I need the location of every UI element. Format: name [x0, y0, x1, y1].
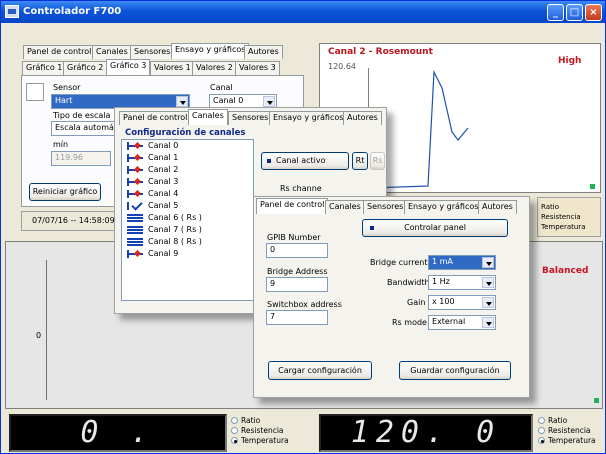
switchbox-address-field[interactable]: 7 — [266, 310, 328, 325]
tab-grafico-3[interactable]: Gráfico 3 — [106, 59, 151, 75]
lcd-right-radio-ratio[interactable]: Ratio — [538, 417, 567, 425]
canal-activo-button[interactable]: Canal activo — [261, 152, 349, 170]
canales-tab-autores[interactable]: Autores — [343, 111, 382, 125]
channel-item-0[interactable]: Canal 0 — [122, 140, 253, 152]
top-chart-plot — [368, 68, 469, 188]
tab-sensores[interactable]: Sensores — [130, 45, 175, 59]
canales-tab-panel[interactable]: Panel de control — [119, 111, 192, 125]
tab-canales[interactable]: Canales — [92, 45, 132, 59]
gpib-field[interactable]: 0 — [266, 243, 328, 258]
canal-activo-indicator — [267, 159, 271, 163]
canales-tab-ensayo[interactable]: Ensayo y gráficos — [269, 111, 348, 125]
escala-label: Tipo de escala — [53, 111, 111, 120]
side-radio-ratio[interactable]: Ratio — [541, 203, 559, 211]
top-chart-title: Canal 2 - Rosemount — [328, 47, 433, 57]
bottom-chart-status: Balanced — [542, 266, 589, 276]
top-chart-ymax: 120.64 — [328, 62, 356, 71]
panel-control-window: Panel de control Canales Sensores Ensayo… — [253, 196, 530, 398]
tab-autores[interactable]: Autores — [244, 45, 283, 59]
rs-mode-label: Rs mode — [392, 318, 427, 327]
lcd-left-radio-temperatura[interactable]: Temperatura — [231, 437, 289, 445]
tab-grafico-2[interactable]: Gráfico 2 — [63, 61, 108, 75]
channel-item-1[interactable]: Canal 1 — [122, 152, 253, 164]
sub-tab-strip: Gráfico 1 Gráfico 2 Gráfico 3 Valores 1 … — [19, 59, 309, 75]
reiniciar-grafico-button[interactable]: Reiniciar gráfico — [29, 183, 101, 201]
bandwidth-select[interactable]: 1 Hz — [428, 275, 496, 290]
cargar-configuracion-button[interactable]: Cargar configuración — [268, 361, 372, 380]
min-label: mín — [53, 140, 69, 149]
sensor-checkbox[interactable] — [26, 83, 44, 101]
gpib-label: GPIB Number — [267, 233, 321, 242]
bridge-address-label: Bridge Address — [267, 267, 328, 276]
channel-item-9[interactable]: Canal 9 — [122, 248, 253, 260]
close-button[interactable]: × — [585, 4, 602, 21]
bottom-chart-yzero: 0 — [36, 331, 42, 340]
top-chart-status: High — [558, 56, 582, 66]
tab-valores-3[interactable]: Valores 3 — [235, 61, 280, 75]
lcd-left-display: 0 . 000000 — [9, 414, 227, 452]
lcd-left-radio-ratio[interactable]: Ratio — [231, 417, 260, 425]
panel-tab-autores[interactable]: Autores — [478, 200, 517, 214]
channel-item-6[interactable]: Canal 6 ( Rs ) — [122, 212, 253, 224]
side-radio-resistencia[interactable]: Resistencia — [541, 213, 581, 221]
tab-valores-2[interactable]: Valores 2 — [192, 61, 237, 75]
bandwidth-label: Bandwidth — [387, 278, 430, 287]
bridge-current-select[interactable]: 1 mA — [428, 255, 496, 270]
panel-tab-canales[interactable]: Canales — [325, 200, 365, 214]
bottom-chart-status-dot — [594, 398, 599, 403]
tab-ensayo-graficos[interactable]: Ensayo y gráficos — [171, 43, 250, 59]
window-title: Controlador F700 — [23, 6, 122, 17]
channel-item-3[interactable]: Canal 3 — [122, 176, 253, 188]
channel-item-7[interactable]: Canal 7 ( Rs ) — [122, 224, 253, 236]
app-icon — [5, 5, 19, 18]
title-bar: Controlador F700 _ □ × — [1, 1, 605, 23]
lcd-left-radio-resistencia[interactable]: Resistencia — [231, 427, 284, 435]
side-radio-group: Ratio Resistencia Temperatura — [537, 197, 601, 237]
channel-item-5[interactable]: Canal 5 — [122, 200, 253, 212]
gain-label: Gain — [407, 298, 426, 307]
channel-list: Canal 0 Canal 1 Canal 2 Canal 3 Canal 4 … — [121, 139, 254, 301]
guardar-configuracion-button[interactable]: Guardar configuración — [399, 361, 511, 380]
tab-grafico-1[interactable]: Gráfico 1 — [22, 61, 67, 75]
escala-select[interactable]: Escala automátic — [51, 121, 121, 136]
timestamp-box: 07/07/16 -- 14:58:09 — [21, 211, 117, 231]
canales-heading: Configuración de canales — [125, 128, 246, 138]
lcd-right-radio-temperatura[interactable]: Temperatura — [538, 437, 596, 445]
side-radio-temperatura[interactable]: Temperatura — [541, 223, 585, 231]
rs-channel-label: Rs channe — [280, 184, 322, 193]
lcd-right-display: 120. 0 140 — [319, 414, 533, 452]
channel-item-8[interactable]: Canal 8 ( Rs ) — [122, 236, 253, 248]
gain-select[interactable]: x 100 — [428, 295, 496, 310]
canal-label: Canal — [210, 83, 233, 92]
rt-button[interactable]: Rt — [352, 152, 368, 170]
minimize-button[interactable]: _ — [547, 4, 564, 21]
top-chart-status-dot — [590, 184, 595, 189]
channel-item-4[interactable]: Canal 4 — [122, 188, 253, 200]
channel-item-2[interactable]: Canal 2 — [122, 164, 253, 176]
rs-mode-select[interactable]: External — [428, 315, 496, 330]
canales-tab-sensores[interactable]: Sensores — [228, 111, 273, 125]
controlar-panel-button[interactable]: Controlar panel — [362, 219, 508, 237]
bridge-current-label: Bridge current — [370, 258, 428, 267]
main-tab-strip: Panel de control Canales Sensores Ensayo… — [23, 43, 283, 59]
min-field[interactable]: 119.96 — [51, 151, 111, 166]
bridge-address-field[interactable]: 9 — [266, 277, 328, 292]
controlar-indicator — [370, 226, 374, 230]
lcd-right-radio-resistencia[interactable]: Resistencia — [538, 427, 591, 435]
rs-button[interactable]: Rs — [370, 152, 385, 170]
panel-tab-ensayo[interactable]: Ensayo y gráficos — [404, 200, 483, 214]
maximize-button[interactable]: □ — [566, 4, 583, 21]
main-window: Controlador F700 _ □ × Panel de control … — [0, 0, 606, 454]
panel-tab-panel[interactable]: Panel de control — [256, 198, 329, 214]
canales-tab-canales[interactable]: Canales — [188, 109, 228, 125]
sensor-label: Sensor — [53, 83, 81, 92]
switchbox-address-label: Switchbox address — [267, 300, 342, 309]
tab-panel-de-control[interactable]: Panel de control — [23, 45, 96, 59]
panel-tab-sensores[interactable]: Sensores — [363, 200, 408, 214]
tab-valores-1[interactable]: Valores 1 — [150, 61, 195, 75]
